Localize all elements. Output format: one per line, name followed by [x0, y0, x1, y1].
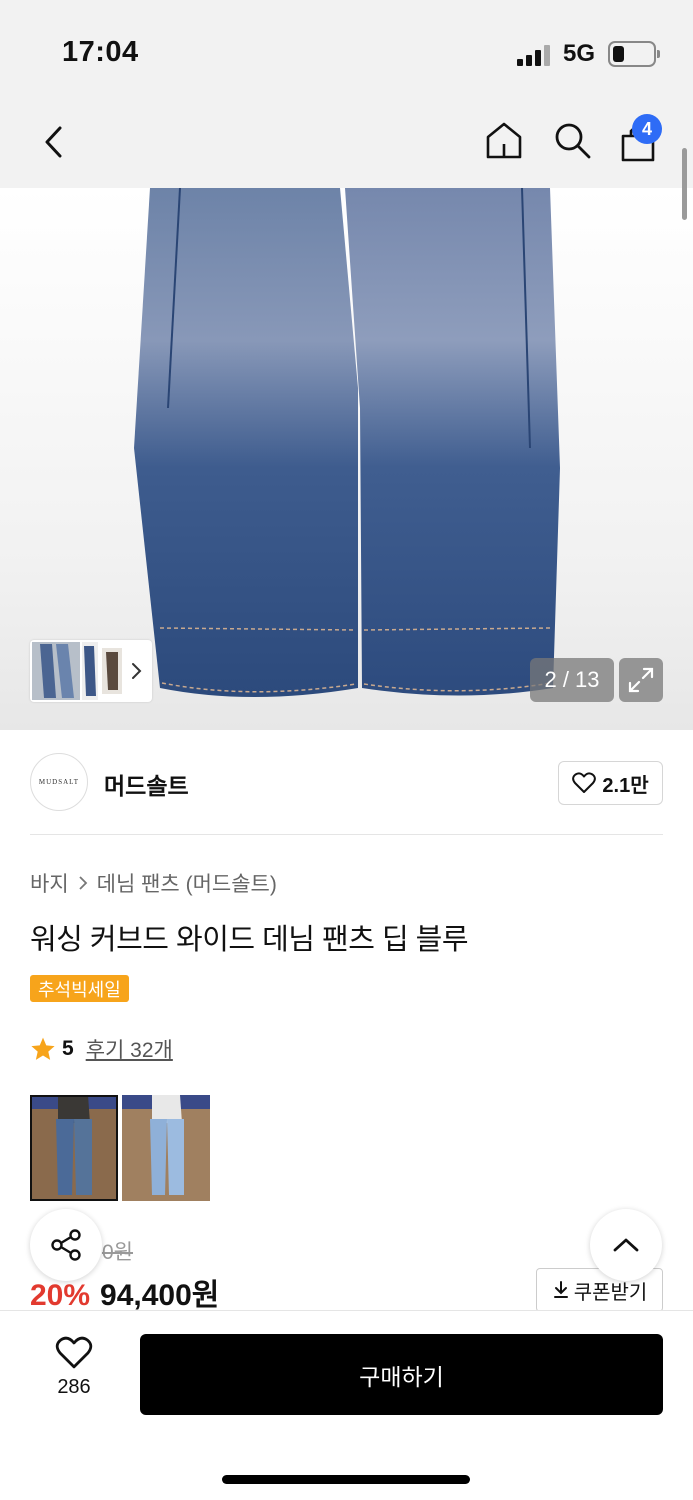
- brand-logo[interactable]: MUDSALT: [30, 753, 88, 811]
- battery-icon: [608, 41, 660, 67]
- scroll-indicator[interactable]: [682, 148, 687, 220]
- coupon-label: 쿠폰받기: [573, 1281, 648, 1304]
- chevron-right-icon: [79, 876, 87, 890]
- breadcrumb-subcategory[interactable]: 데님 팬츠 (머드솔트): [97, 868, 277, 898]
- discount-rate: 20%: [30, 1279, 91, 1312]
- divider: [30, 834, 663, 835]
- home-indicator: [222, 1475, 470, 1484]
- heart-icon: [55, 1336, 93, 1369]
- image-counter: 2 / 13: [530, 658, 614, 702]
- buy-button[interactable]: 구매하기: [140, 1334, 663, 1415]
- home-icon[interactable]: [482, 118, 526, 162]
- top-nav-bar: [0, 100, 693, 188]
- brand-like-count: 2.1만: [602, 774, 649, 797]
- expand-icon[interactable]: [619, 658, 663, 702]
- product-title: 워싱 커브드 와이드 데님 팬츠 딥 블루: [30, 924, 469, 956]
- search-icon[interactable]: [550, 118, 594, 162]
- status-bar: 17:04 5G: [0, 0, 693, 100]
- image-thumbnail-strip[interactable]: [30, 640, 152, 702]
- download-icon: [553, 1281, 568, 1298]
- status-time: 17:04: [62, 36, 139, 68]
- scroll-top-button[interactable]: [590, 1209, 662, 1281]
- wishlist-count: 286: [57, 1376, 91, 1398]
- rating-row: 5 후기 32개: [30, 1034, 173, 1064]
- color-swatch-light-blue[interactable]: [122, 1095, 210, 1201]
- sale-price: 94,400원: [100, 1279, 220, 1312]
- network-label: 5G: [563, 40, 596, 67]
- wishlist-button[interactable]: 286: [40, 1336, 108, 1399]
- star-icon: [31, 1037, 55, 1060]
- heart-icon: [572, 772, 597, 793]
- chevron-up-icon: [613, 1238, 639, 1252]
- brand-name[interactable]: 머드솔트: [104, 767, 189, 801]
- sale-tag: 추석빅세일: [30, 975, 129, 1002]
- color-swatch-deep-blue[interactable]: [30, 1095, 118, 1201]
- breadcrumb: 바지 데님 팬츠 (머드솔트): [30, 868, 277, 898]
- breadcrumb-category[interactable]: 바지: [30, 868, 69, 898]
- share-button[interactable]: [30, 1209, 102, 1281]
- rating-score: 5: [62, 1037, 74, 1060]
- cart-count-badge: 4: [632, 114, 662, 144]
- signal-icon: [517, 44, 553, 66]
- share-icon: [51, 1229, 81, 1261]
- brand-like-button[interactable]: 2.1만: [558, 761, 663, 805]
- back-icon[interactable]: [34, 122, 74, 162]
- review-count-link[interactable]: 후기 32개: [86, 1034, 173, 1064]
